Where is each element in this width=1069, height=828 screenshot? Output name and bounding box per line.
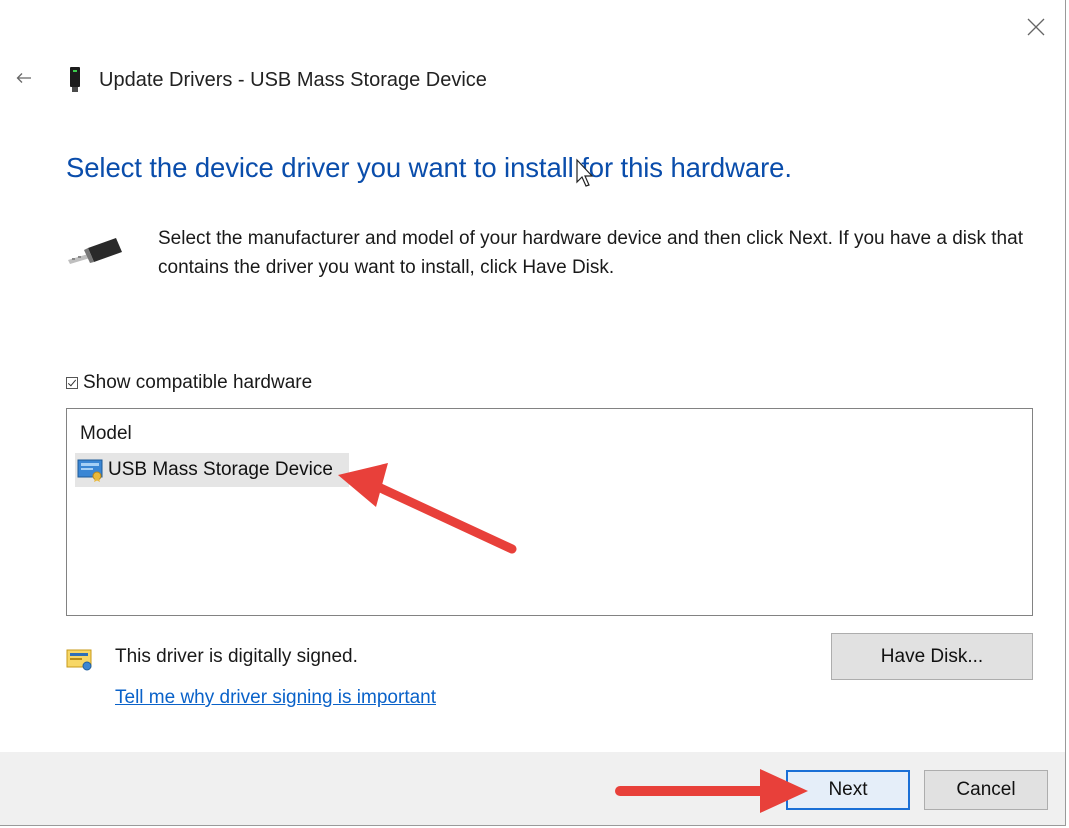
close-button[interactable]	[1018, 10, 1054, 44]
page-heading: Select the device driver you want to ins…	[66, 152, 792, 183]
model-column-header: Model	[80, 423, 132, 444]
model-listbox[interactable]: Model USB Mass Storage Device	[66, 408, 1033, 616]
list-item[interactable]: USB Mass Storage Device	[75, 453, 349, 487]
next-button[interactable]: Next	[786, 770, 910, 810]
driver-certificate-icon	[77, 459, 103, 482]
checkbox-checked-icon	[66, 377, 78, 389]
signed-certificate-icon	[66, 649, 92, 671]
instructions-text: Select the manufacturer and model of you…	[158, 228, 1023, 278]
cancel-button[interactable]: Cancel	[924, 770, 1048, 810]
usb-plug-icon	[68, 238, 122, 264]
usb-drive-icon	[70, 67, 80, 92]
have-disk-button[interactable]: Have Disk...	[831, 633, 1033, 680]
close-icon	[1027, 18, 1045, 36]
update-drivers-window: Update Drivers - USB Mass Storage Device…	[0, 0, 1066, 826]
window-title: Update Drivers - USB Mass Storage Device	[99, 69, 487, 91]
signed-status-text: This driver is digitally signed.	[115, 646, 358, 667]
list-item-label: USB Mass Storage Device	[108, 459, 333, 480]
show-compatible-label: Show compatible hardware	[83, 372, 313, 393]
back-button[interactable]	[10, 64, 38, 92]
show-compatible-checkbox[interactable]: Show compatible hardware	[66, 372, 312, 394]
back-arrow-icon	[16, 73, 31, 83]
driver-signing-link[interactable]: Tell me why driver signing is important	[115, 687, 436, 709]
